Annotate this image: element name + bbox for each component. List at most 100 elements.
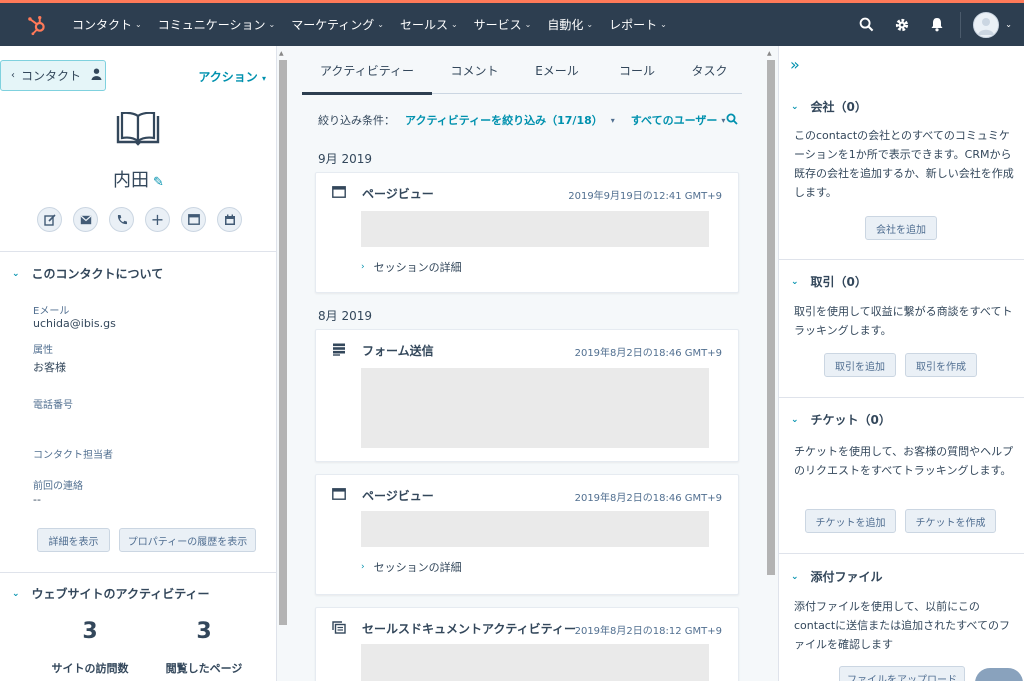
documents-icon	[332, 621, 346, 637]
back-to-contacts-button[interactable]: ‹ コンタクト	[0, 60, 106, 91]
timeline-tabs: アクティビティー コメント Eメール コール タスク	[302, 46, 742, 95]
chevron-right-icon: ›	[361, 262, 365, 272]
email-icon[interactable]	[73, 207, 98, 232]
lifecycle-value[interactable]: お客様	[33, 359, 66, 375]
card-timestamp: 2019年8月2日の18:12 GMT+9	[574, 626, 722, 637]
site-visits-label: サイトの訪問数	[51, 662, 129, 675]
companies-title: 会社（0）	[810, 100, 867, 114]
property-history-button[interactable]: プロパティーの履歴を表示	[119, 528, 256, 552]
filter-users-dropdown[interactable]: すべてのユーザー	[631, 112, 718, 128]
card-title: セールスドキュメントアクティビティー	[362, 622, 576, 636]
scrollbar-thumb[interactable]	[767, 60, 775, 575]
activity-card-sales-document[interactable]: セールスドキュメントアクティビティー 2019年8月2日の18:12 GMT+9	[315, 607, 739, 681]
call-icon[interactable]	[109, 207, 134, 232]
create-ticket-button[interactable]: チケットを作成	[905, 509, 996, 533]
search-icon[interactable]	[849, 3, 884, 46]
lifecycle-label: 属性	[33, 345, 53, 356]
show-details-button[interactable]: 詳細を表示	[37, 528, 110, 552]
about-section-header[interactable]: ⌄ このコンタクトについて	[12, 265, 163, 282]
web-activity-title: ウェブサイトのアクティビティー	[31, 587, 210, 601]
filter-label: 絞り込み条件：	[318, 114, 395, 127]
tab-label: コメント	[450, 63, 499, 78]
add-company-button[interactable]: 会社を追加	[865, 216, 937, 240]
filter-activity-dropdown[interactable]: アクティビティーを絞り込み（17/18）	[405, 112, 603, 128]
attachments-title: 添付ファイル	[810, 570, 883, 584]
activity-card-pageview[interactable]: ページビュー 2019年9月19日の12:41 GMT+9 › セッションの詳細	[315, 172, 739, 293]
log-activity-icon[interactable]	[181, 207, 206, 232]
actions-dropdown[interactable]: アクション ▾	[198, 68, 266, 85]
attachments-description: 添付ファイルを使用して、以前にこのcontactに送信または追加されたすべてのフ…	[794, 600, 1010, 651]
tab-calls[interactable]: コール	[597, 46, 677, 94]
email-label: Eメール	[33, 306, 70, 317]
nav-automation[interactable]: 自動化 ⌄	[539, 3, 601, 46]
add-deal-button[interactable]: 取引を追加	[824, 353, 896, 377]
account-menu[interactable]: ⌄	[973, 11, 1012, 38]
nav-contacts[interactable]: コンタクト ⌄	[64, 3, 150, 46]
collapse-sidebar-icon[interactable]: »	[790, 55, 800, 74]
nav-service[interactable]: サービス ⌄	[466, 3, 540, 46]
session-details-toggle[interactable]: › セッションの詳細	[361, 559, 462, 575]
meeting-icon[interactable]	[217, 207, 242, 232]
chevron-right-icon: ›	[361, 562, 365, 572]
chevron-down-icon: ⌄	[268, 20, 276, 29]
nav-sales[interactable]: セールス ⌄	[392, 3, 466, 46]
note-icon[interactable]	[37, 207, 62, 232]
add-icon[interactable]: +	[145, 207, 170, 232]
contact-book-icon	[116, 111, 160, 149]
activity-timeline: アクティビティー コメント Eメール コール タスク 絞り込み条件： アクティビ…	[289, 46, 764, 681]
nav-label: コンタクト	[72, 18, 133, 32]
tab-notes[interactable]: コメント	[432, 46, 517, 94]
session-details-label: セッションの詳細	[373, 561, 462, 574]
form-icon	[332, 343, 346, 359]
nav-conversations[interactable]: コミュニケーション ⌄	[150, 3, 283, 46]
session-details-toggle[interactable]: › セッションの詳細	[361, 259, 462, 275]
scroll-up-arrow-icon[interactable]: ▲	[767, 50, 772, 57]
activity-card-form-submission[interactable]: フォーム送信 2019年8月2日の18:46 GMT+9	[315, 329, 739, 462]
tickets-description: チケットを使用して、お客様の質問やヘルプのリクエストをすべてトラッキングします。	[794, 445, 1014, 477]
month-header: 9月 2019	[318, 152, 372, 166]
hubspot-logo[interactable]	[14, 3, 60, 46]
card-content-placeholder	[361, 211, 709, 247]
edit-pencil-icon[interactable]: ✎	[153, 175, 164, 190]
chevron-down-icon: ⌄	[791, 101, 799, 112]
filter-row: 絞り込み条件： アクティビティーを絞り込み（17/18） ▾ すべてのユーザー …	[318, 112, 739, 128]
tab-activity[interactable]: アクティビティー	[302, 46, 432, 95]
phone-label: 電話番号	[33, 400, 73, 411]
tab-label: Eメール	[535, 63, 579, 78]
chat-help-button[interactable]	[975, 668, 1023, 681]
gear-icon[interactable]	[884, 3, 919, 46]
create-deal-button[interactable]: 取引を作成	[905, 353, 977, 377]
caret-down-icon: ▾	[610, 115, 615, 125]
tab-tasks[interactable]: タスク	[677, 46, 742, 94]
back-label: コンタクト	[21, 69, 82, 83]
companies-section-header[interactable]: ⌄ 会社（0）	[791, 98, 867, 115]
card-content-placeholder	[361, 511, 709, 547]
web-activity-section-header[interactable]: ⌄ ウェブサイトのアクティビティー	[12, 585, 210, 602]
nav-reports[interactable]: レポート ⌄	[601, 3, 675, 46]
month-header: 8月 2019	[318, 309, 372, 323]
contact-sidebar: ‹ コンタクト アクション ▾ 内田 ✎ + ⌄ このコンタクトについて Eメール …	[0, 46, 277, 681]
chevron-down-icon: ⌄	[791, 276, 799, 287]
email-value[interactable]: uchida@ibis.gs	[33, 317, 116, 330]
activity-card-pageview[interactable]: ページビュー 2019年8月2日の18:46 GMT+9 › セッションの詳細	[315, 474, 739, 595]
deals-section-header[interactable]: ⌄ 取引（0）	[791, 273, 867, 290]
timeline-scrollbar[interactable]: ▲	[764, 46, 778, 681]
search-icon[interactable]	[726, 113, 739, 128]
bell-icon[interactable]	[919, 3, 954, 46]
nav-marketing[interactable]: マーケティング ⌄	[283, 3, 392, 46]
browser-window-icon	[332, 488, 346, 503]
caret-down-icon: ▾	[721, 115, 726, 125]
chevron-down-icon: ⌄	[586, 20, 594, 29]
nav-label: セールス	[399, 18, 448, 32]
nav-separator	[960, 11, 962, 38]
card-title: ページビュー	[362, 187, 434, 201]
attachments-section-header[interactable]: ⌄ 添付ファイル	[791, 568, 883, 585]
add-ticket-button[interactable]: チケットを追加	[805, 509, 896, 533]
left-scrollbar[interactable]: ▲	[277, 46, 289, 681]
chevron-left-icon: ‹	[11, 70, 15, 81]
tickets-section-header[interactable]: ⌄ チケット（0）	[791, 411, 891, 428]
upload-file-button[interactable]: ファイルをアップロード	[839, 666, 965, 681]
scrollbar-thumb[interactable]	[279, 60, 287, 625]
tab-emails[interactable]: Eメール	[517, 46, 597, 94]
scroll-up-arrow-icon[interactable]: ▲	[279, 50, 284, 57]
